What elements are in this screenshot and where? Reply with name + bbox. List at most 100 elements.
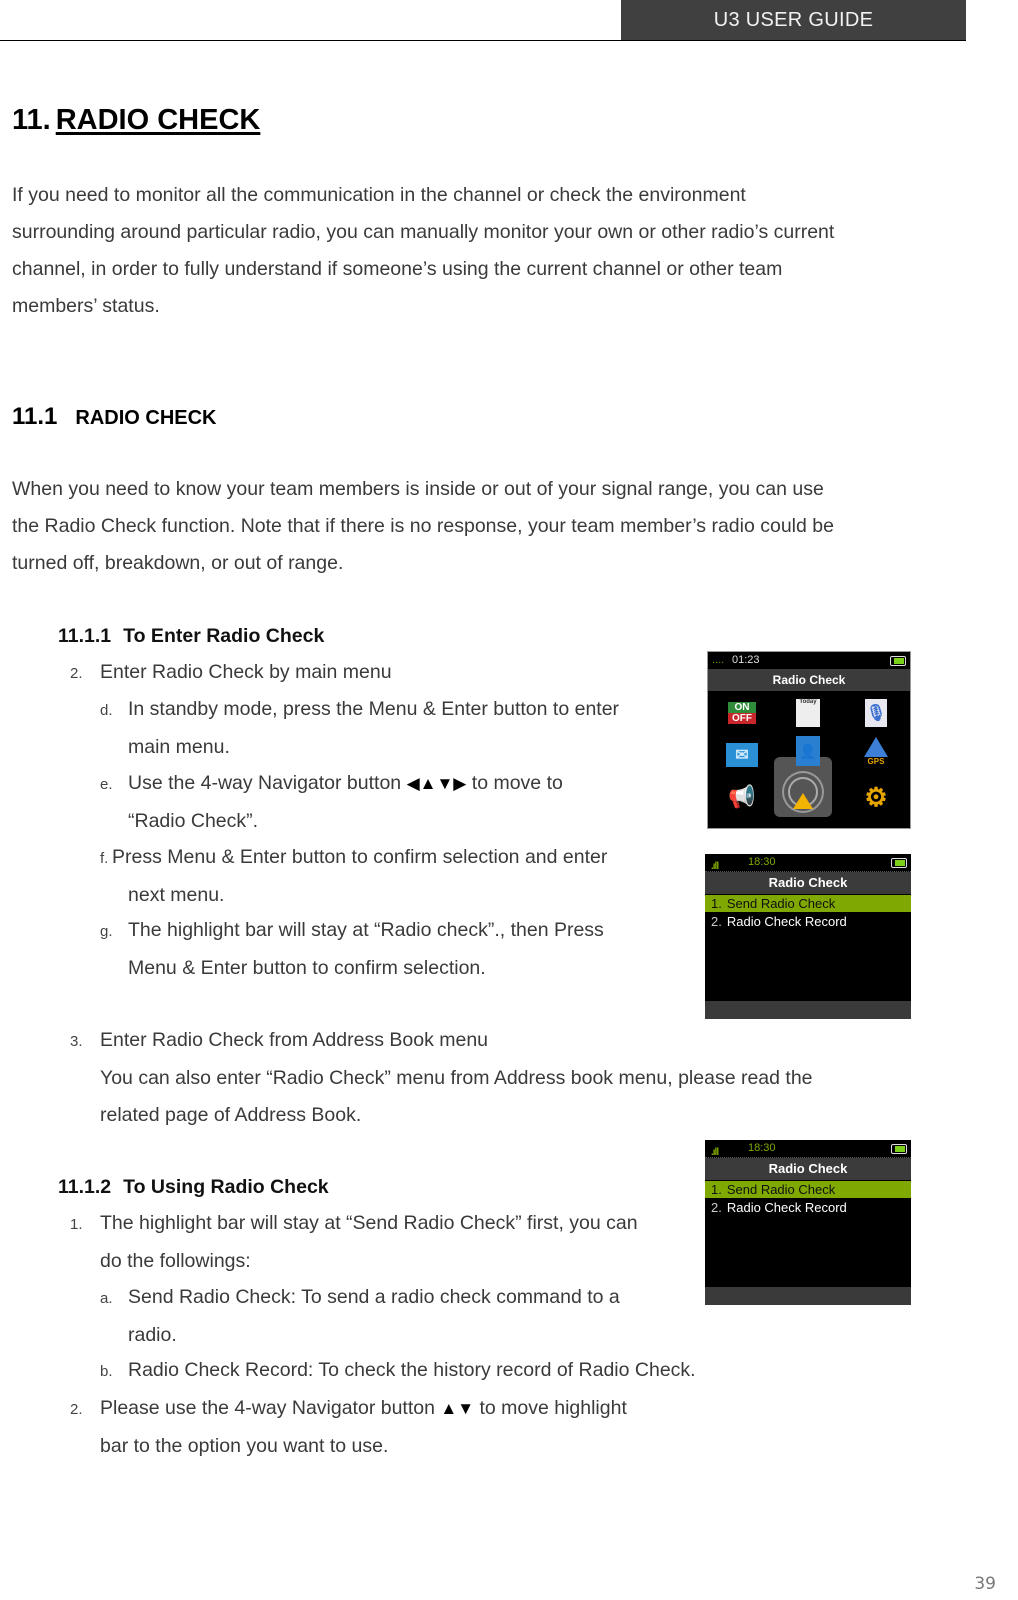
screen-title: Radio Check xyxy=(705,872,911,894)
battery-icon xyxy=(890,656,906,666)
item-label: Radio Check Record xyxy=(726,914,847,929)
chapter-intro: If you need to monitor all the communica… xyxy=(12,177,834,325)
clock-text: 18:30 xyxy=(748,856,776,868)
list-text: Use the 4-way Navigator button xyxy=(128,772,407,794)
signal-icon: .ıll xyxy=(711,1147,719,1158)
list-text: Enter Radio Check from Address Book menu xyxy=(100,1029,489,1051)
intro-line: surrounding around particular radio, you… xyxy=(12,221,835,243)
voice-memo-icon: 🎙 xyxy=(858,697,894,729)
list-text: radio. xyxy=(128,1324,177,1346)
list-marker: a. xyxy=(100,1290,113,1307)
list-text: next menu. xyxy=(128,884,225,906)
intro-line: If you need to monitor all the communica… xyxy=(12,184,746,206)
today-label: Today xyxy=(796,699,820,727)
list-item-main-menu: 2. Enter Radio Check by main menu xyxy=(70,654,392,692)
screen-footer-bar xyxy=(705,1287,911,1305)
list-text: Radio Check Record: To check the history… xyxy=(128,1359,696,1381)
section-heading: 11.1 RADIO CHECK xyxy=(12,403,217,431)
list-text: do the followings: xyxy=(100,1250,251,1272)
list-text: The highlight bar will stay at “Send Rad… xyxy=(100,1212,638,1234)
screen-footer-bar xyxy=(705,1001,911,1019)
subsection-number: 11.1.1 xyxy=(58,625,112,647)
radio-check-icon xyxy=(785,777,821,809)
status-bar: .ıll 18:30 xyxy=(705,1140,911,1158)
guide-title-banner: U3 USER GUIDE xyxy=(621,0,966,40)
menu-icon-grid: ON OFF Today 🎙 ✉ 👤 GPS 📢 ⚙ xyxy=(708,691,910,828)
status-bar: .... 01:23 xyxy=(708,652,910,669)
list-text: You can also enter “Radio Check” menu fr… xyxy=(100,1067,813,1089)
screen-title: Radio Check xyxy=(705,1158,911,1180)
list-marker: 2. xyxy=(70,1401,83,1418)
calendar-icon: Today xyxy=(790,697,826,729)
item-number: 2. xyxy=(711,1200,722,1215)
section-title: RADIO CHECK xyxy=(75,407,217,429)
step-f: f. Press Menu & Enter button to confirm s… xyxy=(100,839,607,914)
chapter-title: RADIO CHECK xyxy=(55,104,261,136)
main-menu-screenshot: .... 01:23 Radio Check ON OFF Today 🎙 ✉ … xyxy=(707,651,911,829)
signal-icon: .... xyxy=(712,654,725,666)
subsection-heading-enter: 11.1.1 To Enter Radio Check xyxy=(58,625,324,648)
navigator-arrows-icon: ◀▲▼▶ xyxy=(406,774,467,793)
subsection-heading-using: 11.1.2 To Using Radio Check xyxy=(58,1176,329,1199)
page-number: 39 xyxy=(974,1574,996,1594)
gps-icon: GPS xyxy=(858,735,894,767)
list-marker: 1. xyxy=(70,1216,83,1233)
menu-item-send-radio-check: 1. Send Radio Check xyxy=(705,895,911,912)
up-down-arrows-icon: ▲▼ xyxy=(440,1399,475,1418)
alarm-speaker-icon: 📢 xyxy=(728,784,756,809)
list-text: The highlight bar will stay at “Radio ch… xyxy=(128,919,604,941)
item-label: Send Radio Check xyxy=(726,896,836,911)
list-text: bar to the option you want to use. xyxy=(100,1435,389,1457)
status-bar: .ıll 18:30 xyxy=(705,854,911,872)
item-label: Radio Check Record xyxy=(726,1200,847,1215)
intro-line: channel, in order to fully understand if… xyxy=(12,258,783,280)
menu-item-radio-check-record: 2. Radio Check Record xyxy=(705,913,911,930)
on-off-icon: ON OFF xyxy=(724,697,760,729)
chapter-heading: 11. RADIO CHECK xyxy=(12,104,260,137)
list-text: Send Radio Check: To send a radio check … xyxy=(128,1286,620,1308)
on-label: ON xyxy=(728,702,756,713)
menu-item-radio-check-record: 2. Radio Check Record xyxy=(705,1199,911,1216)
battery-icon xyxy=(891,858,907,868)
list-marker: g. xyxy=(100,923,113,940)
list-text: related page of Address Book. xyxy=(100,1104,362,1126)
list-text: Please use the 4-way Navigator button xyxy=(100,1397,441,1419)
step-a: a. Send Radio Check: To send a radio chec… xyxy=(100,1279,620,1354)
step-e: e. Use the 4-way Navigator button ◀▲▼▶ to… xyxy=(100,765,563,840)
item-number: 1. xyxy=(711,896,722,911)
intro-line: members’ status. xyxy=(12,295,160,317)
step-d: d. In standby mode, press the Menu & Ente… xyxy=(100,691,619,766)
clock-text: 18:30 xyxy=(748,1142,776,1154)
body-line: the Radio Check function. Note that if t… xyxy=(12,515,834,537)
list-text: to move to xyxy=(466,772,563,794)
menu-item-send-radio-check: 1. Send Radio Check xyxy=(705,1181,911,1198)
gps-label: GPS xyxy=(867,756,885,766)
list-item-highlight: 1. The highlight bar will stay at “Send R… xyxy=(70,1205,638,1280)
list-item-address-book: 3. Enter Radio Check from Address Book me… xyxy=(70,1022,813,1134)
item-number: 2. xyxy=(711,914,722,929)
section-number: 11.1 xyxy=(12,403,58,430)
list-marker: f. xyxy=(100,850,109,867)
clock-text: 01:23 xyxy=(732,654,760,666)
radio-check-menu-screenshot: .ıll 18:30 Radio Check 1. Send Radio Chec… xyxy=(705,854,911,1019)
step-b: b. Radio Check Record: To check the histo… xyxy=(100,1352,696,1390)
list-text: main menu. xyxy=(128,736,230,758)
subsection-number: 11.1.2 xyxy=(58,1176,112,1198)
list-text: Press Menu & Enter button to confirm sel… xyxy=(112,846,608,868)
item-number: 1. xyxy=(711,1182,722,1197)
list-text: Enter Radio Check by main menu xyxy=(100,661,392,683)
message-icon: ✉ xyxy=(724,739,760,771)
body-line: turned off, breakdown, or out of range. xyxy=(12,552,344,574)
section-body: When you need to know your team members … xyxy=(12,471,834,582)
list-marker: d. xyxy=(100,702,113,719)
body-line: When you need to know your team members … xyxy=(12,478,824,500)
signal-icon: .ıll xyxy=(711,861,719,872)
list-marker: 2. xyxy=(70,665,83,682)
list-marker: 3. xyxy=(70,1033,83,1050)
radio-check-menu-screenshot-2: .ıll 18:30 Radio Check 1. Send Radio Chec… xyxy=(705,1140,911,1305)
address-book-icon: 👤 xyxy=(790,735,826,767)
chapter-number: 11. xyxy=(12,104,51,136)
list-marker: e. xyxy=(100,776,113,793)
settings-icon: ⚙ xyxy=(864,781,888,812)
off-label: OFF xyxy=(728,713,756,724)
